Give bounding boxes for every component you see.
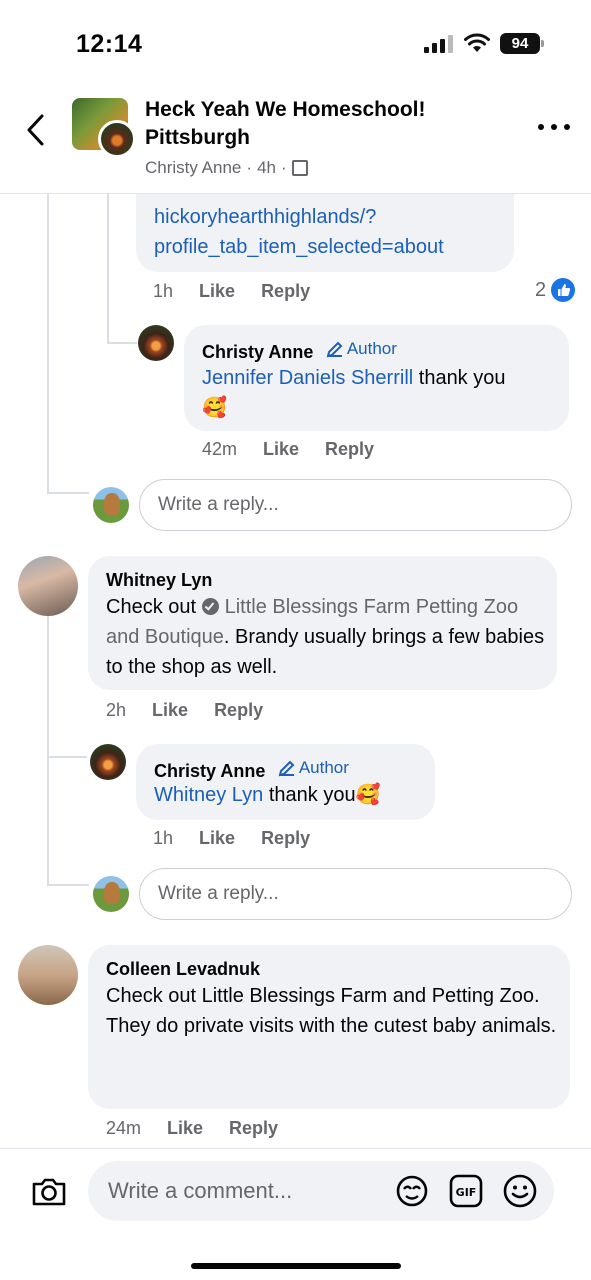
reply-bubble: Christy Anne Author Jennifer Daniels She… [184,325,569,431]
battery-indicator: 94 [500,33,544,54]
link-url-line-2[interactable]: profile_tab_item_selected=about [154,232,444,262]
reply-header: Christy Anne Author [202,339,397,363]
current-user-avatar [93,487,129,523]
author-badge-label: Author [298,758,349,777]
svg-text:GIF: GIF [456,1186,477,1199]
comment-line: Check out Little Blessings Farm and Pett… [106,985,540,1007]
status-bar: 12:14 94 [0,0,591,80]
author-mini-avatar [98,120,136,158]
thread-line [47,492,89,494]
emoji-icon[interactable] [502,1173,538,1209]
comment-time: 1h [153,281,174,301]
thread-line [47,884,89,886]
comment-time: 2h [106,700,127,720]
comment-input[interactable]: Write a comment... [88,1161,554,1221]
comment-composer-bar: Write a comment... GIF [0,1148,591,1280]
post-author[interactable]: Christy Anne [145,158,241,178]
like-button[interactable]: Like [199,281,235,302]
like-button[interactable]: Like [152,700,188,721]
comment-author-name[interactable]: Colleen Levadnuk [106,959,260,980]
comment-prefix: Check out [106,596,202,618]
comment-bubble: Colleen Levadnuk Check out Little Blessi… [88,945,570,1109]
like-button[interactable]: Like [199,828,235,849]
emoji-smiling-hearts: 🥰 [202,397,227,419]
emoji-smiling-hearts: 🥰 [355,784,381,806]
mention-link[interactable]: Jennifer Daniels Sherrill [202,367,413,389]
status-time: 12:14 [76,30,143,58]
meta-separator: · [280,158,287,177]
link-comment-meta: 1h Like Reply [153,281,310,302]
comment-author-name[interactable]: Whitney Lyn [106,570,212,591]
reply-author-name[interactable]: Christy Anne [154,761,265,781]
author-badge: Author [278,758,349,778]
avatar-sticker-icon[interactable] [394,1173,430,1209]
thread-line [47,194,49,494]
author-badge-label: Author [346,339,397,358]
reply-body: thank you [413,367,506,389]
public-group-icon [291,160,308,176]
thread-line [107,342,137,344]
reply-input-placeholder: Write a reply... [158,494,279,515]
verified-page-icon [201,598,219,615]
wifi-icon [464,33,490,52]
back-chevron-icon[interactable] [22,110,48,150]
reply-body: thank you [263,784,356,806]
avatar[interactable] [90,744,126,780]
current-user-avatar [93,876,129,912]
comment-time: 24m [106,1118,142,1138]
avatar[interactable] [18,945,78,1005]
reply-bubble: Christy Anne Author Whitney Lyn thank yo… [136,744,435,820]
home-indicator [191,1263,401,1269]
reply-meta: 42m Like Reply [202,439,374,460]
reply-author-name[interactable]: Christy Anne [202,342,313,362]
reply-input[interactable]: Write a reply... [139,868,572,920]
reply-input-placeholder: Write a reply... [158,883,279,904]
group-avatar[interactable] [72,98,136,158]
reply-button[interactable]: Reply [261,828,310,849]
post-header: Heck Yeah We Homeschool! Pittsburgh Chri… [0,80,591,194]
like-reaction-icon [551,278,576,302]
mention-link[interactable]: Whitney Lyn [154,784,263,806]
author-badge: Author [326,339,397,359]
reply-input[interactable]: Write a reply... [139,479,572,531]
thread-line [47,756,87,758]
comment-text: Check out Little Blessings Farm Petting … [106,592,546,682]
comment-input-placeholder: Write a comment... [108,1178,293,1203]
post-meta: Christy Anne · 4h · [145,158,308,178]
camera-icon[interactable] [30,1175,68,1209]
reaction-count-value: 2 [535,278,547,301]
reaction-count[interactable]: 2 [535,278,576,302]
cell-signal-icon [424,35,454,53]
thread-line [107,194,109,344]
meta-separator: · [246,158,253,177]
like-button[interactable]: Like [263,439,299,460]
reply-meta: 1h Like Reply [153,828,310,849]
comment-line: They do private visits with the cutest b… [106,1015,557,1037]
link-url-line-1[interactable]: hickoryhearthhighlands/? [154,202,376,232]
like-button[interactable]: Like [167,1118,203,1139]
comment-meta: 24m Like Reply [106,1118,278,1139]
author-pencil-icon [278,760,295,777]
reply-text: Whitney Lyn thank you🥰 [154,780,444,810]
group-title[interactable]: Heck Yeah We Homeschool! Pittsburgh [145,96,505,152]
reply-time: 42m [202,439,238,459]
more-dots-icon[interactable] [538,124,570,134]
thread-line [47,616,49,886]
reply-button[interactable]: Reply [229,1118,278,1139]
gif-icon[interactable]: GIF [448,1173,484,1209]
reply-time: 1h [153,828,174,848]
avatar[interactable] [18,556,78,616]
author-pencil-icon [326,341,343,358]
reply-header: Christy Anne Author [154,758,349,782]
reply-button[interactable]: Reply [261,281,310,302]
post-time: 4h [257,158,276,177]
comment-bubble: Whitney Lyn Check out Little Blessings F… [88,556,557,690]
reply-text: Jennifer Daniels Sherrill thank you 🥰 [202,363,562,423]
reply-button[interactable]: Reply [325,439,374,460]
avatar[interactable] [138,325,174,361]
reply-button[interactable]: Reply [214,700,263,721]
comment-text: Check out Little Blessings Farm and Pett… [106,981,561,1041]
comment-meta: 2h Like Reply [106,700,263,721]
